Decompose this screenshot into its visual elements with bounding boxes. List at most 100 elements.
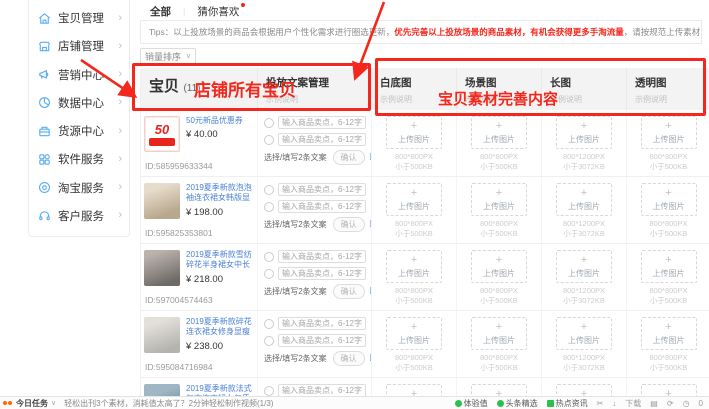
upload-spec: 800*1200PX小于3072KB xyxy=(563,353,605,373)
product-image[interactable]: 50 xyxy=(144,116,180,152)
selling-point-checkbox[interactable] xyxy=(264,319,274,329)
daily-task-label[interactable]: 今日任务 xyxy=(16,398,48,409)
example-link[interactable]: 示例说明 xyxy=(465,94,535,105)
sidebar-item-customer-service[interactable]: 客户服务 › xyxy=(37,203,129,229)
tab-guess-you-like[interactable]: 猜你喜欢 xyxy=(197,4,239,19)
status-item-experience[interactable]: 体验值 xyxy=(455,398,488,409)
sidebar-item-shop-manage[interactable]: 店铺管理 › xyxy=(37,33,129,59)
upload-image-button[interactable]: +上传图片 xyxy=(386,250,442,283)
product-price: ¥ 238.00 xyxy=(186,341,254,352)
clock-icon[interactable]: ◷ xyxy=(683,399,690,408)
example-link[interactable]: 示例说明 xyxy=(635,94,704,105)
selling-point-input[interactable] xyxy=(278,334,366,347)
sort-dropdown[interactable]: 销量排序 ∨ xyxy=(140,48,196,64)
tips-highlight: 优先完善以上投放场景的商品素材，有机会获得更多手淘流量 xyxy=(394,27,624,37)
product-image[interactable] xyxy=(144,183,180,219)
example-link[interactable]: 示例说明 xyxy=(550,94,620,105)
selling-point-checkbox[interactable] xyxy=(264,252,274,262)
upload-spec: 800*1200PX小于3072KB xyxy=(563,219,605,239)
chevron-down-icon: ∨ xyxy=(186,52,191,60)
chevron-down-icon[interactable]: ∨ xyxy=(51,399,56,407)
product-price: ¥ 198.00 xyxy=(186,207,254,218)
confirm-button[interactable]: 确认 xyxy=(333,217,365,232)
product-title-link[interactable]: 2019夏季新款雪纺碎花半身裙女中长款高腰显瘦 xyxy=(186,250,254,271)
download-arrow-icon[interactable]: ↓ xyxy=(612,399,616,408)
product-title-link[interactable]: 2019夏季新款泡泡袖连衣裙女韩版显瘦T恤中长款 xyxy=(186,183,254,204)
selling-point-input[interactable] xyxy=(278,183,366,196)
confirm-button[interactable]: 确认 xyxy=(333,150,365,165)
upload-image-button[interactable]: +上传图片 xyxy=(641,317,697,350)
upload-spec: 800*800PX小于500KB xyxy=(480,286,518,306)
selling-point-checkbox[interactable] xyxy=(264,135,274,145)
selling-point-input[interactable] xyxy=(278,267,366,280)
upload-image-button[interactable]: +上传图片 xyxy=(556,317,612,350)
task-text[interactable]: 轻松出刊3个素材，消耗值太高了？2分钟轻松制作视频(1/3) xyxy=(64,398,273,409)
selling-point-input[interactable] xyxy=(278,133,366,146)
upload-image-button[interactable]: +上传图片 xyxy=(641,250,697,283)
product-image[interactable] xyxy=(144,250,180,286)
selling-point-checkbox[interactable] xyxy=(264,185,274,195)
tab-all[interactable]: 全部 xyxy=(150,4,171,19)
plus-icon: + xyxy=(411,121,417,132)
selling-point-input[interactable] xyxy=(278,200,366,213)
screenshot-icon[interactable]: ✂ xyxy=(597,399,604,408)
sidebar-item-marketing[interactable]: 营销中心 › xyxy=(37,62,129,88)
upload-image-button[interactable]: +上传图片 xyxy=(471,317,527,350)
plus-icon: + xyxy=(411,255,417,266)
upload-image-button[interactable]: +上传图片 xyxy=(556,183,612,216)
refresh-icon[interactable]: ⟳ xyxy=(667,399,674,408)
upload-image-button[interactable]: +上传图片 xyxy=(471,250,527,283)
status-item-hot-news[interactable]: 热点资讯 xyxy=(547,398,588,409)
upload-image-button[interactable]: +上传图片 xyxy=(471,183,527,216)
sidebar-item-taobao-service[interactable]: 淘宝服务 › xyxy=(37,175,129,201)
selling-point-checkbox[interactable] xyxy=(264,336,274,346)
copy-note: 选择/填写2条文案 xyxy=(264,286,327,297)
upload-image-button[interactable]: +上传图片 xyxy=(471,116,527,149)
example-link[interactable]: 示例说明 xyxy=(380,94,450,105)
product-image[interactable] xyxy=(144,317,180,353)
green-dot-icon xyxy=(455,400,462,407)
column-header-transparent: 透明图 示例说明 xyxy=(626,68,709,110)
plus-icon: + xyxy=(581,188,587,199)
product-title-link[interactable]: 50元新品优惠券 xyxy=(186,116,254,126)
upload-spec: 800*800PX小于500KB xyxy=(480,219,518,239)
selling-point-checkbox[interactable] xyxy=(264,202,274,212)
status-item-headlines[interactable]: 头条精选 xyxy=(497,398,538,409)
copy-cell: 选择/填写2条文案 确认 取消 xyxy=(257,177,371,244)
selling-point-checkbox[interactable] xyxy=(264,118,274,128)
sort-label: 销量排序 xyxy=(145,50,181,63)
product-id: ID:595825353801 xyxy=(144,228,254,238)
upload-image-button[interactable]: +上传图片 xyxy=(386,183,442,216)
sidebar-item-label: 宝贝管理 xyxy=(58,10,104,26)
upload-image-button[interactable]: +上传图片 xyxy=(556,250,612,283)
upload-spec: 800*800PX小于500KB xyxy=(650,353,688,373)
copy-cell: 选择/填写2条文案 确认 取消 xyxy=(257,311,371,378)
upload-image-button[interactable]: +上传图片 xyxy=(641,183,697,216)
product-title-link[interactable]: 2019夏季新款碎花连衣裙女修身显瘦小众网红 xyxy=(186,317,254,338)
copy-cell: 选择/填写2条文案 确认 取消 xyxy=(257,244,371,311)
download-label[interactable]: 下载 xyxy=(625,398,641,409)
selling-point-input[interactable] xyxy=(278,250,366,263)
selling-point-checkbox[interactable] xyxy=(264,269,274,279)
sidebar-item-software-service[interactable]: 软件服务 › xyxy=(37,146,129,172)
panel-icon[interactable]: ▤ xyxy=(650,399,658,408)
confirm-button[interactable]: 确认 xyxy=(333,351,365,366)
example-link[interactable]: 示例说明 xyxy=(266,94,365,105)
upload-image-button[interactable]: +上传图片 xyxy=(556,116,612,149)
selling-point-input[interactable] xyxy=(278,317,366,330)
upload-image-button[interactable]: +上传图片 xyxy=(386,116,442,149)
plus-icon: + xyxy=(496,255,502,266)
confirm-button[interactable]: 确认 xyxy=(333,284,365,299)
sidebar-item-data-center[interactable]: 数据中心 › xyxy=(37,90,129,116)
tab-bar: 全部 | 猜你喜欢 xyxy=(150,3,245,19)
product-price: ¥ 218.00 xyxy=(186,274,254,285)
selling-point-input[interactable] xyxy=(278,116,366,129)
upload-image-button[interactable]: +上传图片 xyxy=(641,116,697,149)
sidebar-item-item-manage[interactable]: 宝贝管理 › xyxy=(37,5,129,31)
upload-image-button[interactable]: +上传图片 xyxy=(386,317,442,350)
taobao-circle-icon xyxy=(37,180,52,195)
selling-point-checkbox[interactable] xyxy=(264,386,274,396)
column-header-long: 长图 示例说明 xyxy=(541,68,626,110)
sidebar-item-supply-center[interactable]: 货源中心 › xyxy=(37,118,129,144)
counter-badge[interactable]: 0 xyxy=(699,399,703,408)
